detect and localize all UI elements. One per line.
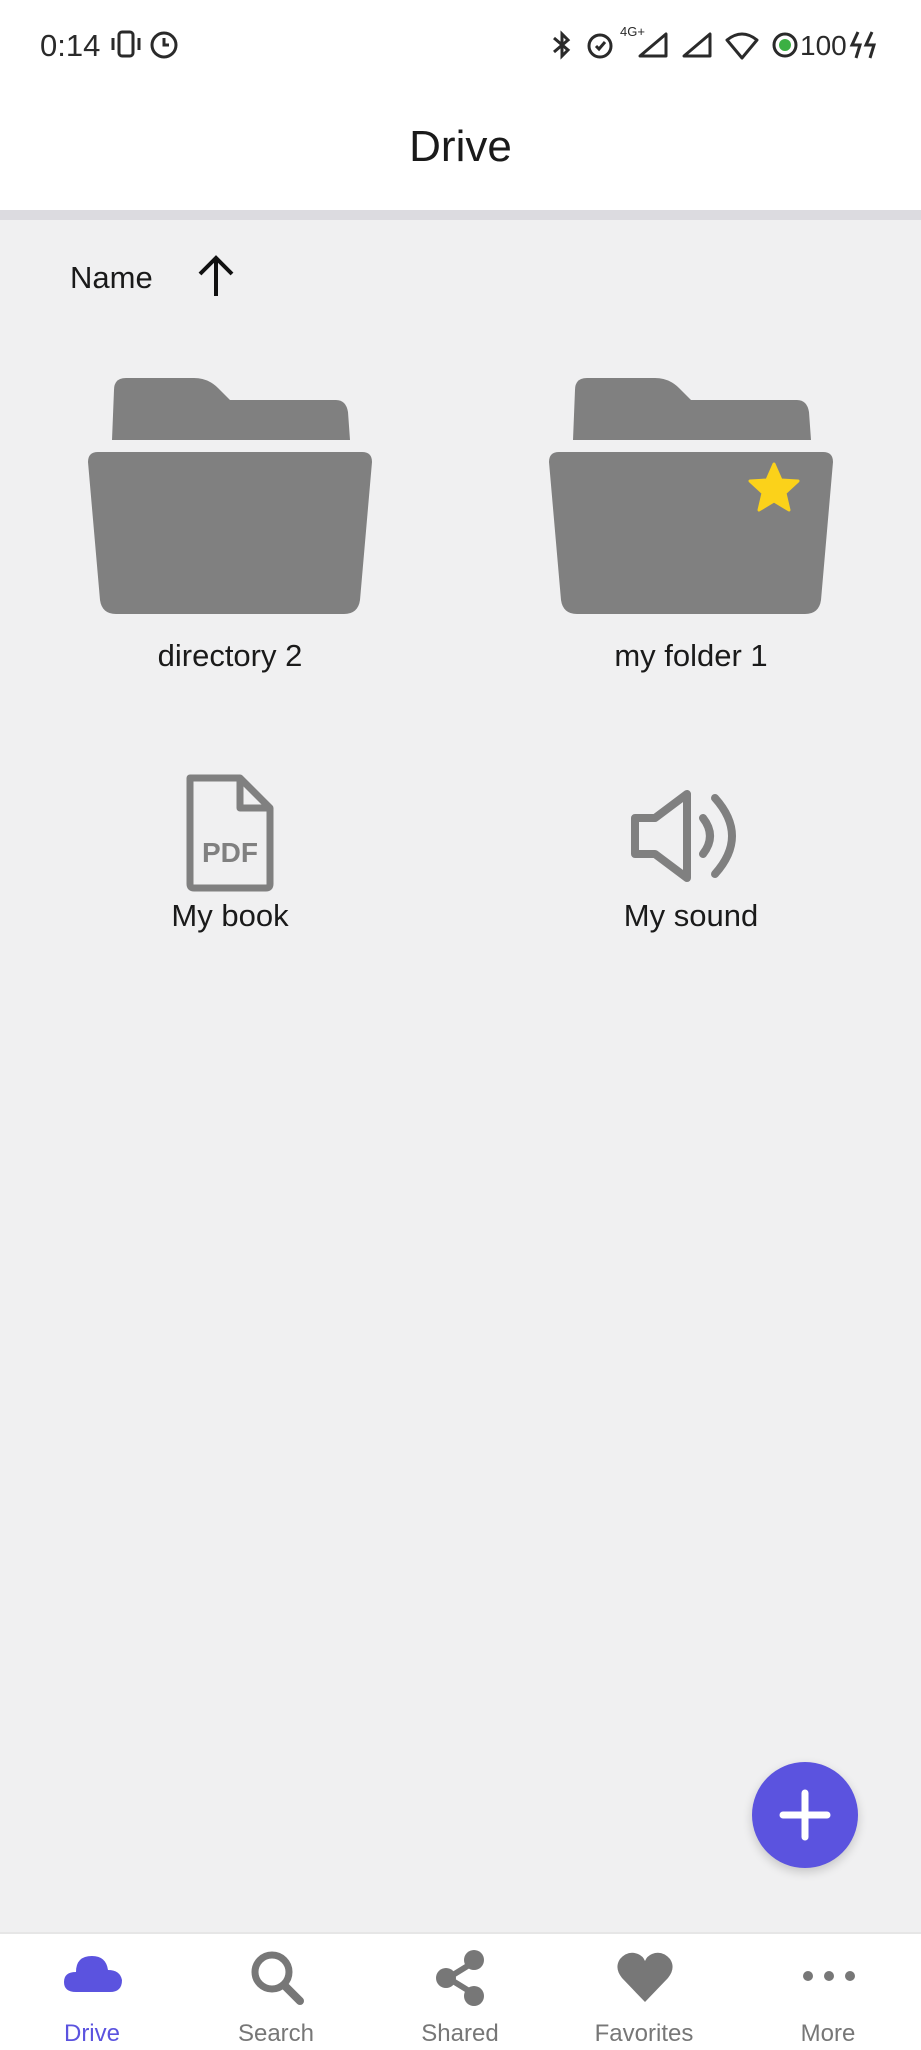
pdf-file-icon: PDF bbox=[184, 774, 276, 897]
folder-item-directory-2[interactable]: directory 2 bbox=[20, 370, 440, 690]
battery-icon bbox=[770, 28, 800, 67]
file-item-my-book[interactable]: PDF My book bbox=[20, 770, 440, 940]
status-bar: 0:14 4G+ 100 bbox=[0, 0, 921, 92]
sort-label[interactable]: Name bbox=[70, 260, 153, 296]
arrow-up-icon[interactable] bbox=[190, 250, 242, 307]
nav-label: More bbox=[800, 2020, 856, 2047]
item-name: My book bbox=[171, 898, 289, 933]
nav-label: Shared bbox=[421, 2020, 499, 2047]
file-item-my-sound[interactable]: My sound bbox=[481, 770, 901, 940]
add-button[interactable] bbox=[752, 1762, 858, 1868]
page-title: Drive bbox=[409, 122, 512, 171]
plus-icon bbox=[779, 1789, 831, 1841]
star-icon bbox=[746, 460, 802, 521]
battery-level: 100 bbox=[800, 30, 847, 61]
folder-icon bbox=[88, 378, 372, 619]
share-icon bbox=[430, 1948, 492, 2011]
nav-item-more[interactable]: More bbox=[736, 1934, 920, 2050]
item-name: my folder 1 bbox=[614, 638, 768, 673]
bluetooth-icon bbox=[548, 28, 576, 67]
vibrate-icon bbox=[110, 28, 142, 67]
nav-label: Drive bbox=[63, 2020, 120, 2047]
nav-item-drive[interactable]: Drive bbox=[0, 1934, 184, 2050]
status-time: 0:14 bbox=[40, 28, 101, 63]
cloud-icon bbox=[62, 1948, 124, 2003]
alarm-icon bbox=[584, 28, 616, 67]
nav-label: Favorites bbox=[594, 2020, 694, 2047]
app-bar: Drive bbox=[0, 92, 921, 210]
item-name: My sound bbox=[623, 898, 759, 933]
folder-item-my-folder-1[interactable]: my folder 1 bbox=[481, 370, 901, 690]
item-name: directory 2 bbox=[157, 638, 303, 673]
nav-item-favorites[interactable]: Favorites bbox=[552, 1934, 736, 2050]
nav-label: Search bbox=[237, 2020, 315, 2047]
pdf-label: PDF bbox=[202, 837, 258, 868]
speaker-icon bbox=[629, 788, 753, 889]
app-bar-divider bbox=[0, 210, 921, 220]
more-icon bbox=[798, 1948, 860, 2011]
signal-icon-2 bbox=[680, 28, 716, 67]
nav-item-shared[interactable]: Shared bbox=[368, 1934, 552, 2050]
search-icon bbox=[246, 1948, 308, 2011]
signal-icon-1 bbox=[636, 28, 672, 67]
nav-item-search[interactable]: Search bbox=[184, 1934, 368, 2050]
charging-icon bbox=[848, 28, 878, 67]
bottom-nav: Drive Search Shared Favorites More bbox=[0, 1932, 921, 2050]
heart-icon bbox=[614, 1948, 676, 2011]
wifi-icon bbox=[724, 28, 760, 67]
clock-icon bbox=[148, 28, 180, 67]
